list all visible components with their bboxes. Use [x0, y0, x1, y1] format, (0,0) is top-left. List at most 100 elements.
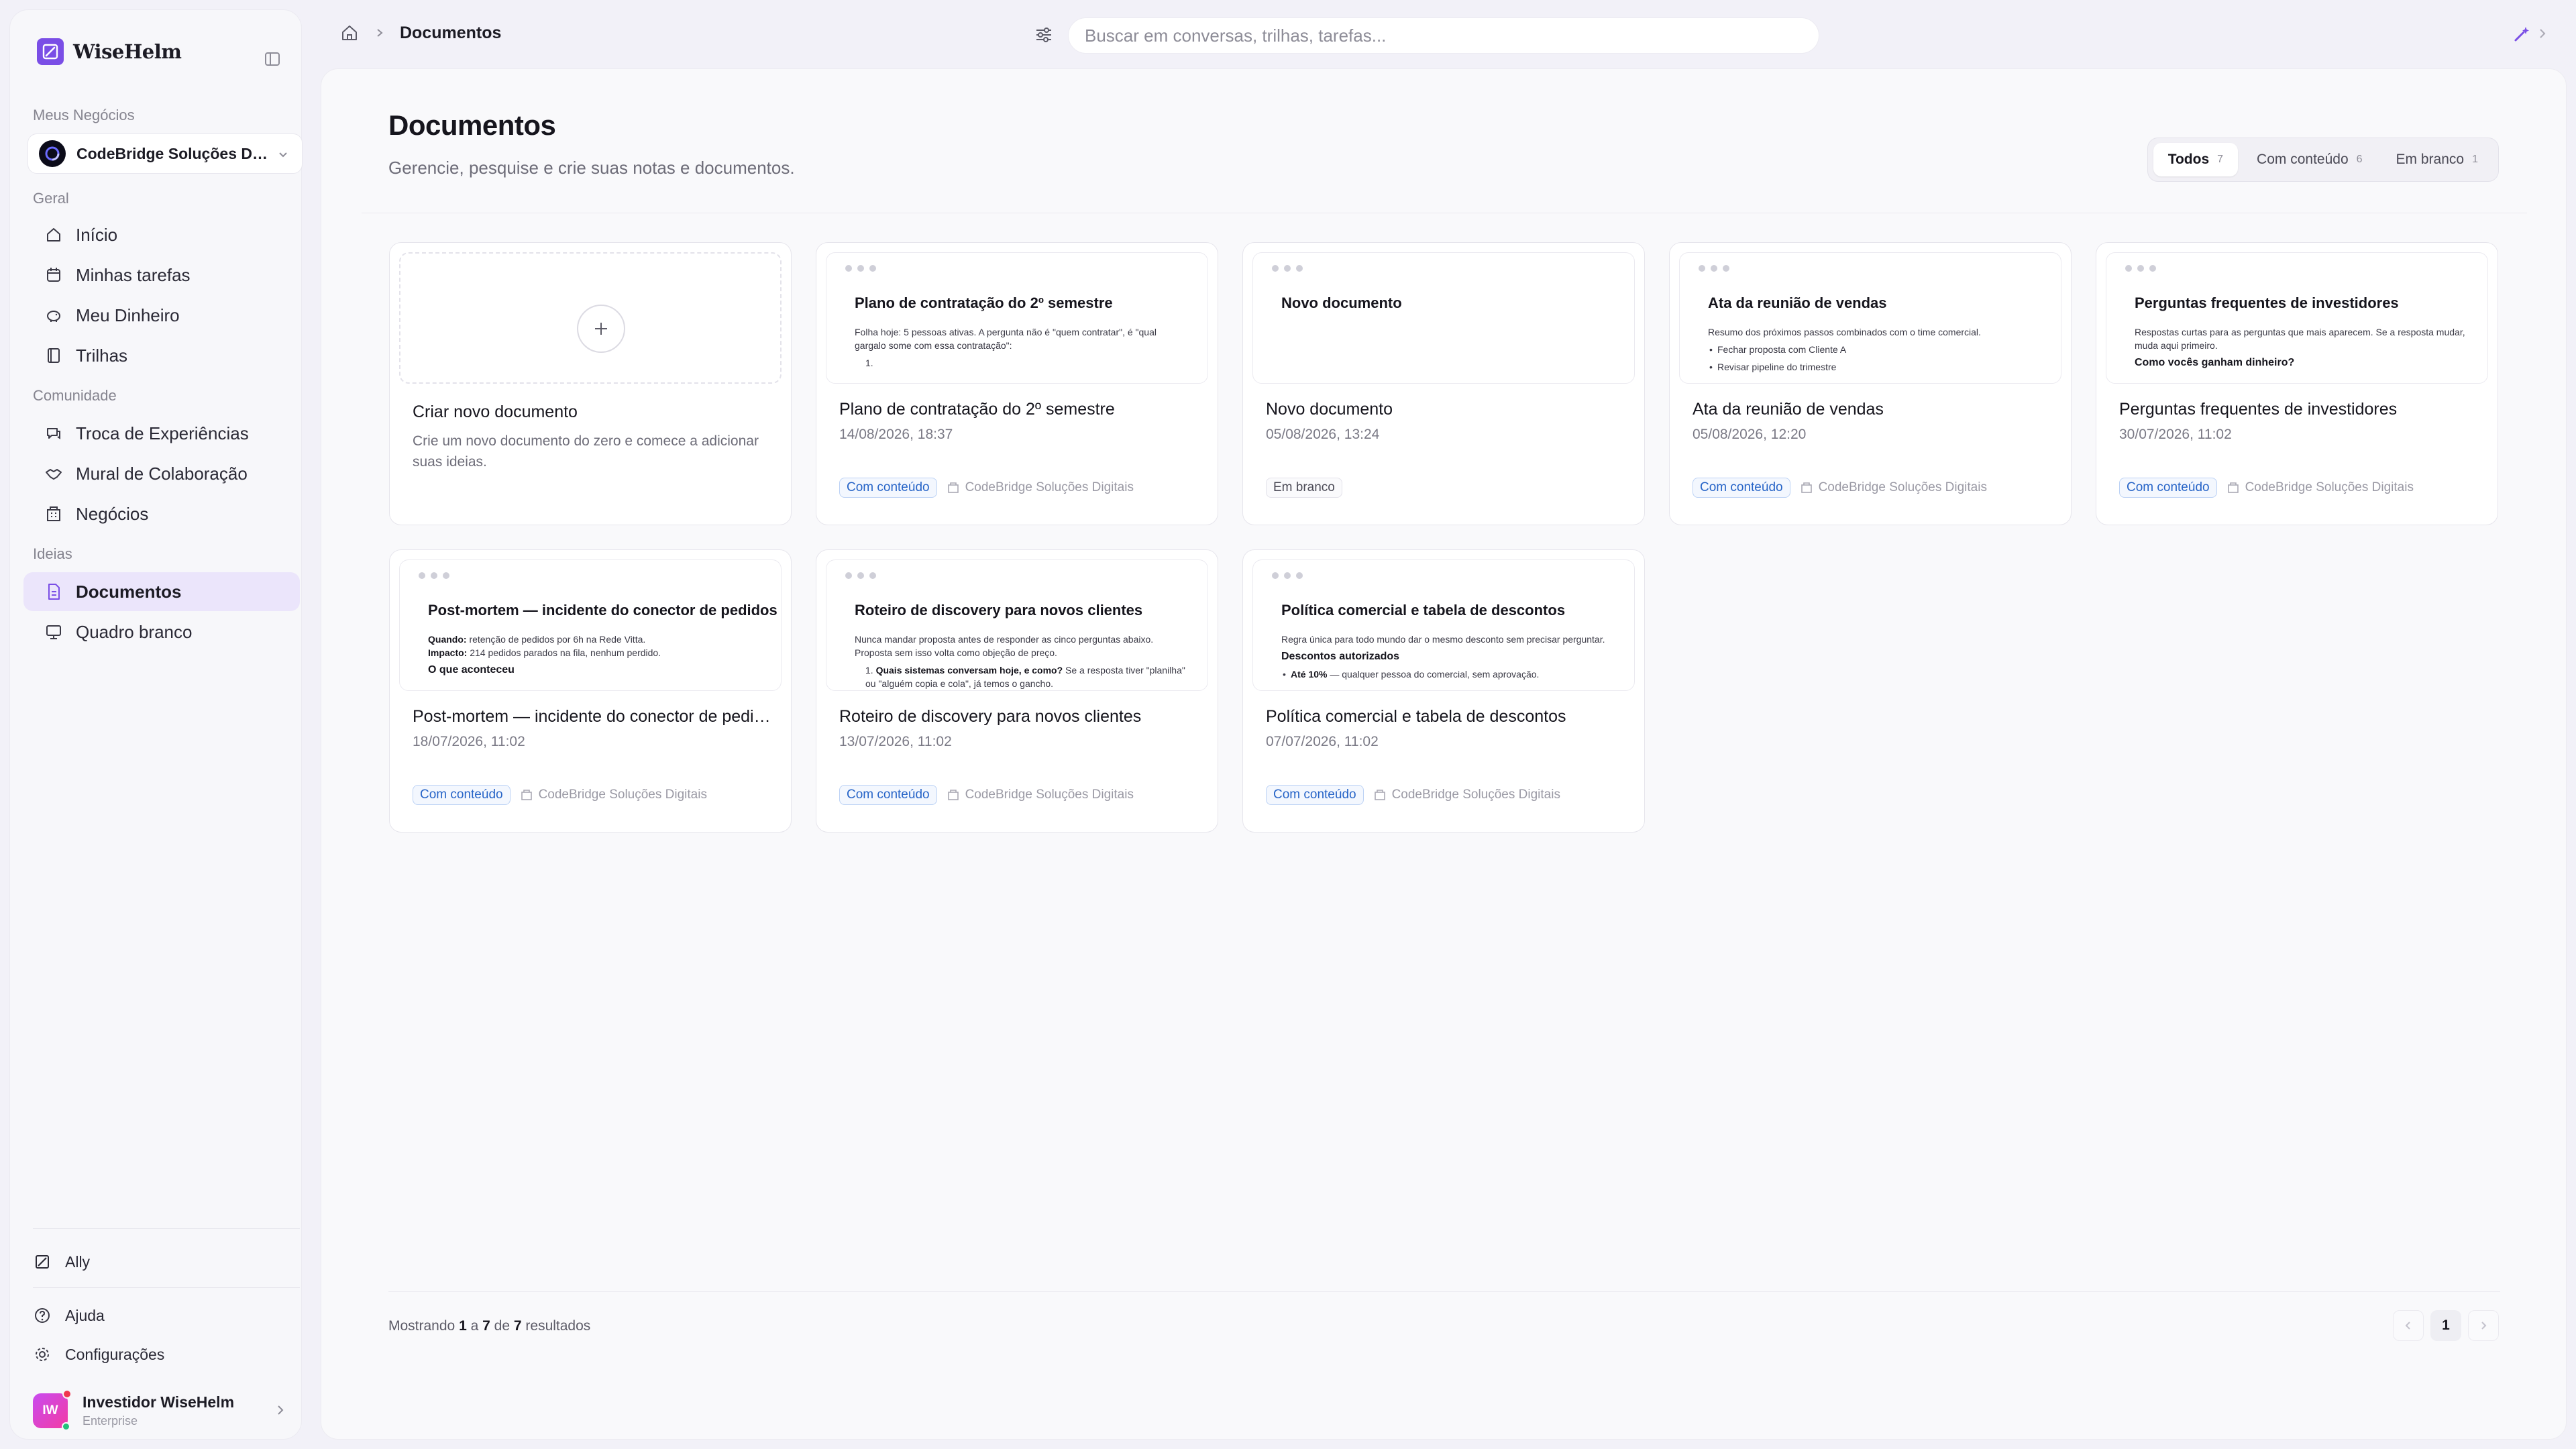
notification-dot: [62, 1389, 72, 1399]
document-date: 14/08/2026, 18:37: [839, 427, 953, 442]
sidebar-item-inicio[interactable]: Início: [23, 215, 300, 254]
document-card[interactable]: Política comercial e tabela de descontos…: [1242, 549, 1645, 833]
app-logo[interactable]: WiseHelm: [37, 38, 182, 65]
sidebar-item-documentos[interactable]: Documentos: [23, 572, 300, 611]
breadcrumb-current: Documentos: [400, 23, 502, 42]
monitor-icon: [44, 622, 64, 642]
document-date: 07/07/2026, 11:02: [1266, 734, 1379, 749]
window-dots-icon: [1699, 265, 1729, 272]
building-icon: [520, 788, 533, 802]
sidebar-item-trilhas[interactable]: Trilhas: [23, 336, 300, 375]
building-icon: [44, 504, 64, 524]
chevron-right-icon: [2478, 1320, 2489, 1331]
business-tag: CodeBridge Soluções Digitais: [520, 788, 707, 802]
piggy-bank-icon: [44, 305, 64, 325]
sidebar-item-ajuda[interactable]: Ajuda: [33, 1299, 105, 1332]
search-input[interactable]: [1085, 25, 1819, 46]
sidebar-item-minhas-tarefas[interactable]: Minhas tarefas: [23, 256, 300, 294]
document-title: Ata da reunião de vendas: [1693, 400, 1884, 419]
tab-count: 7: [2217, 154, 2224, 165]
tab-em-branco[interactable]: Em branco 1: [2381, 143, 2493, 176]
sidebar-item-label: Troca de Experiências: [76, 423, 249, 443]
sidebar-item-ally[interactable]: Ally: [33, 1246, 90, 1278]
document-filter-tabs: Todos 7 Com conteúdo 6 Em branco 1: [2147, 138, 2499, 182]
document-date: 05/08/2026, 13:24: [1266, 427, 1380, 442]
chevron-down-icon: [276, 148, 290, 161]
plus-icon[interactable]: [577, 305, 625, 353]
business-tag: CodeBridge Soluções Digitais: [1800, 480, 1987, 495]
help-label: Ajuda: [65, 1306, 105, 1324]
wisehelm-logo-icon: [37, 38, 64, 65]
status-badge: Em branco: [1266, 478, 1342, 498]
document-title: Roteiro de discovery para novos clientes: [839, 707, 1142, 726]
preview-title: Novo documento: [1281, 294, 1402, 311]
sidebar-item-quadro-branco[interactable]: Quadro branco: [23, 612, 300, 651]
building-icon: [947, 788, 960, 802]
sidebar-item-meu-dinheiro[interactable]: Meu Dinheiro: [23, 296, 300, 335]
filter-sliders-icon[interactable]: [1033, 24, 1055, 46]
sidebar-item-label: Meu Dinheiro: [76, 305, 180, 325]
tab-com-conteudo[interactable]: Com conteúdo 6: [2242, 143, 2377, 176]
page-button-current[interactable]: 1: [2430, 1310, 2461, 1341]
building-icon: [947, 481, 960, 494]
document-card[interactable]: Perguntas frequentes de investidores Res…: [2096, 242, 2498, 525]
create-document-card[interactable]: Criar novo documento Crie um novo docume…: [389, 242, 792, 525]
prev-page-button[interactable]: [2393, 1310, 2424, 1341]
building-icon: [2226, 481, 2240, 494]
document-title: Perguntas frequentes de investidores: [2119, 400, 2398, 419]
group-label-geral: Geral: [33, 190, 69, 207]
book-icon: [44, 345, 64, 366]
main-content: Documentos Gerencie, pesquise e crie sua…: [321, 68, 2567, 1440]
ally-label: Ally: [65, 1252, 91, 1271]
document-card[interactable]: Post-mortem — incidente do conector de p…: [389, 549, 792, 833]
sidebar-item-configuracoes[interactable]: Configurações: [33, 1338, 164, 1371]
sidebar-item-label: Quadro branco: [76, 621, 193, 642]
sidebar-item-troca-de-experiencias[interactable]: Troca de Experiências: [23, 414, 300, 453]
app-name: WiseHelm: [73, 40, 182, 63]
ally-sparkle-icon[interactable]: [2512, 24, 2532, 44]
handshake-icon: [44, 464, 64, 484]
home-icon[interactable]: [339, 23, 360, 43]
sidebar-item-mural-de-colaboracao[interactable]: Mural de Colaboração: [23, 454, 300, 493]
next-page-button[interactable]: [2468, 1310, 2499, 1341]
tab-todos[interactable]: Todos 7: [2153, 143, 2239, 176]
preview-title: Perguntas frequentes de investidores: [2135, 294, 2399, 311]
document-title: Novo documento: [1266, 400, 1393, 419]
business-selector[interactable]: CodeBridge Soluções Digitais: [28, 133, 303, 174]
user-name: Investidor WiseHelm: [83, 1393, 235, 1411]
sidebar-divider: [33, 1287, 300, 1288]
business-name: CodeBridge Soluções Digitais: [76, 144, 271, 162]
business-avatar: [39, 140, 66, 167]
document-icon: [44, 582, 64, 602]
preview-title: Post-mortem — incidente do conector de p…: [428, 602, 777, 619]
document-date: 13/07/2026, 11:02: [839, 734, 952, 749]
document-title: Post-mortem — incidente do conector de p…: [413, 707, 775, 726]
business-section-label: Meus Negócios: [33, 107, 135, 123]
document-card[interactable]: Ata da reunião de vendas Resumo dos próx…: [1669, 242, 2072, 525]
document-card[interactable]: Novo documento Novo documento 05/08/2026…: [1242, 242, 1645, 525]
sidebar-item-negocios[interactable]: Negócios: [23, 494, 300, 533]
preview-title: Plano de contratação do 2º semestre: [855, 294, 1113, 311]
online-status-dot: [62, 1422, 70, 1431]
document-preview: Plano de contratação do 2º semestre Folh…: [826, 252, 1208, 384]
building-icon: [1373, 788, 1387, 802]
status-badge: Com conteúdo: [839, 478, 937, 498]
document-preview: Perguntas frequentes de investidores Res…: [2106, 252, 2488, 384]
sidebar-item-label: Minhas tarefas: [76, 264, 191, 285]
preview-title: Política comercial e tabela de descontos: [1281, 602, 1566, 619]
business-tag: CodeBridge Soluções Digitais: [947, 480, 1134, 495]
breadcrumb: Documentos: [339, 23, 501, 43]
tab-count: 6: [2356, 154, 2363, 165]
group-label-ideias: Ideias: [33, 545, 72, 562]
tab-count: 1: [2472, 154, 2478, 165]
chevron-right-icon[interactable]: [2536, 27, 2549, 40]
document-card[interactable]: Roteiro de discovery para novos clientes…: [816, 549, 1218, 833]
document-card[interactable]: Plano de contratação do 2º semestre Folh…: [816, 242, 1218, 525]
building-icon: [1800, 481, 1813, 494]
user-profile-card[interactable]: IW Investidor WiseHelm Enterprise: [33, 1389, 288, 1432]
global-search[interactable]: [1068, 17, 1819, 54]
document-preview: Post-mortem — incidente do conector de p…: [399, 559, 782, 691]
calendar-icon: [44, 265, 64, 285]
collapse-sidebar-icon[interactable]: [264, 50, 281, 68]
status-badge: Com conteúdo: [2119, 478, 2217, 498]
